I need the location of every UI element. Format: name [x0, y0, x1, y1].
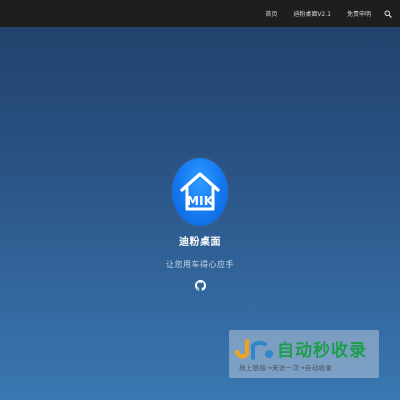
nav-item-home[interactable]: 首页: [265, 9, 277, 18]
watermark-banner[interactable]: 自动秒收录 放上链接→来访一次→自动收录: [229, 330, 379, 378]
watermark-header: 自动秒收录: [235, 336, 367, 361]
search-icon[interactable]: [383, 9, 392, 18]
nav-item-desktop-v21[interactable]: 迪粉桌面V2.1: [293, 9, 331, 18]
top-navigation-bar: 首页 迪粉桌面V2.1 免责申明: [0, 0, 400, 27]
site-logo: MIK: [172, 158, 228, 226]
github-icon[interactable]: [194, 276, 206, 291]
nav-item-disclaimer[interactable]: 免责申明: [347, 9, 371, 18]
watermark-brand: 自动秒收录: [277, 341, 367, 361]
site-title: 迪粉桌面: [179, 237, 221, 248]
nav-menu: 首页 迪粉桌面V2.1 免责申明: [249, 0, 392, 27]
watermark-subtitle: 放上链接→来访一次→自动收录: [239, 364, 333, 372]
hero-section: MIK 迪粉桌面 让您用车得心应手: [0, 158, 400, 291]
jr-logo-icon: [235, 338, 273, 360]
logo-text: MIK: [187, 193, 215, 208]
site-tagline: 让您用车得心应手: [166, 260, 234, 269]
house-icon: MIK: [180, 172, 220, 211]
